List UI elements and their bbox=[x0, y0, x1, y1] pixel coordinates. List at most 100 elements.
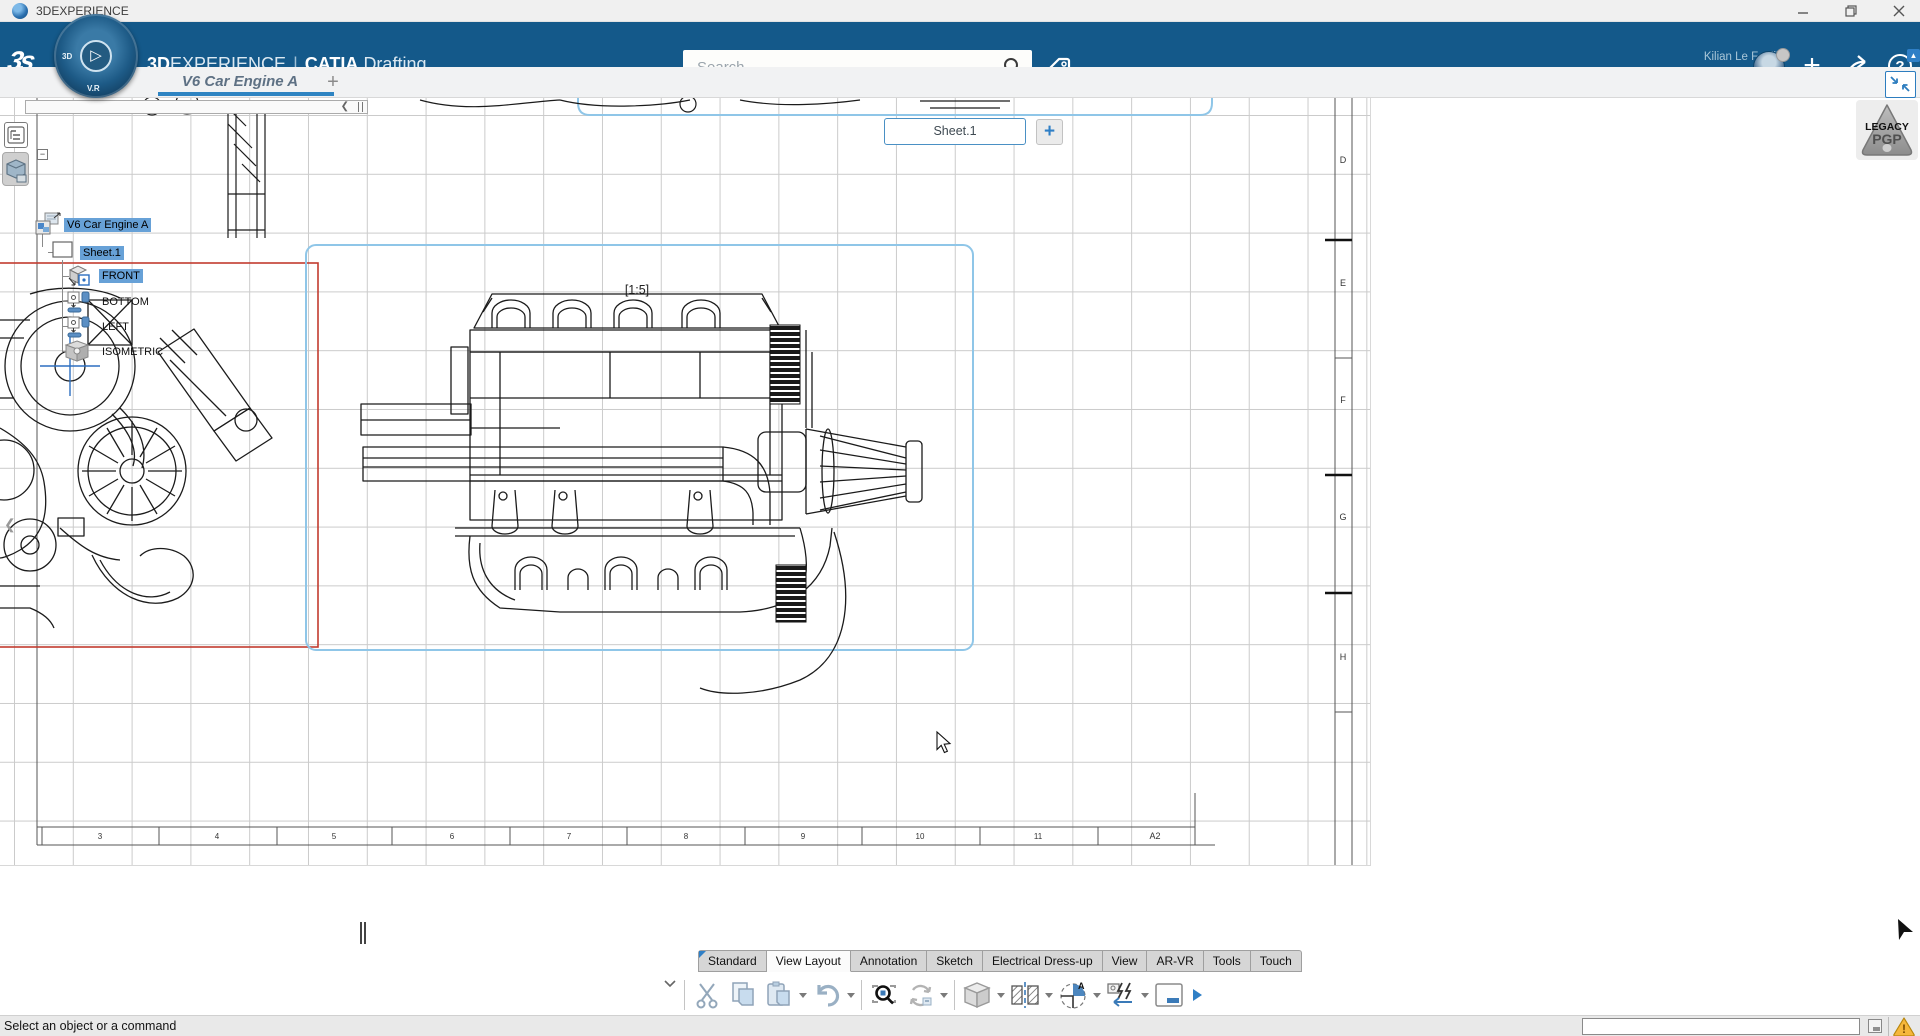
svg-text:6: 6 bbox=[450, 832, 455, 841]
drawing-viewport[interactable]: 3 4 5 6 7 8 9 10 11 A2 D E F G H bbox=[0, 98, 1371, 866]
specification-tree: V6 Car Engine A − Sheet.1 FRONT BOTTOM L… bbox=[0, 98, 370, 368]
zone-numbers: 3 4 5 6 7 8 9 10 11 A2 bbox=[98, 831, 1161, 841]
svg-text:D: D bbox=[1340, 155, 1347, 165]
action-toolbar: A bbox=[660, 976, 1207, 1014]
undo-button[interactable] bbox=[809, 977, 845, 1013]
tree-item-isometric[interactable]: ISOMETRIC bbox=[99, 345, 166, 359]
tree-item-sheet[interactable]: Sheet.1 bbox=[80, 246, 124, 260]
help-alert-badge: ▲ bbox=[1907, 49, 1920, 62]
tab-electrical-dress-up[interactable]: Electrical Dress-up bbox=[983, 950, 1103, 972]
catia-drafting-window: 3DEXPERIENCE 3s 3DEXPERIENCE|CATIA Draft… bbox=[0, 0, 1920, 1036]
paste-dropdown[interactable] bbox=[797, 977, 809, 1013]
timing-gear-upper[interactable] bbox=[770, 325, 800, 404]
section-view-dropdown[interactable] bbox=[1043, 977, 1055, 1013]
sheet-trim-marks bbox=[1325, 240, 1352, 593]
mouse-cursor bbox=[937, 732, 950, 753]
stylus-cursor-icon bbox=[1896, 919, 1916, 946]
zone-letters: D E F G H bbox=[1339, 155, 1346, 662]
expander-minus[interactable]: − bbox=[37, 149, 48, 160]
update-button[interactable] bbox=[902, 977, 938, 1013]
view-scale-label[interactable]: [1:5] bbox=[625, 283, 649, 297]
ribbon-tab-bar: Standard View Layout Annotation Sketch E… bbox=[698, 950, 1302, 972]
svg-text:5: 5 bbox=[332, 832, 337, 841]
sheet-background-button[interactable] bbox=[1151, 977, 1187, 1013]
tab-view[interactable]: View bbox=[1103, 950, 1148, 972]
compass-3d-label[interactable]: 3D bbox=[62, 52, 72, 61]
timing-gear-lower[interactable] bbox=[776, 565, 806, 622]
front-view-geometry[interactable] bbox=[361, 294, 922, 693]
expand-toolbar-chevron[interactable] bbox=[660, 976, 680, 992]
fit-all-in-button[interactable] bbox=[866, 977, 902, 1013]
svg-text:F: F bbox=[1340, 395, 1346, 405]
svg-text:H: H bbox=[1340, 652, 1347, 662]
svg-text:11: 11 bbox=[1034, 832, 1043, 841]
status-bar: Select an object or a command ! bbox=[0, 1015, 1920, 1036]
svg-text:4: 4 bbox=[215, 832, 220, 841]
tab-sketch[interactable]: Sketch bbox=[927, 950, 983, 972]
user-name: Kilian Le Fouille bbox=[1560, 51, 1785, 63]
tab-ar-vr[interactable]: AR-VR bbox=[1147, 950, 1203, 972]
svg-text:G: G bbox=[1339, 512, 1346, 522]
sheet-tab[interactable]: Sheet.1 bbox=[884, 118, 1026, 145]
tree-item-bottom[interactable]: BOTTOM bbox=[99, 295, 152, 309]
svg-text:7: 7 bbox=[567, 832, 572, 841]
command-input[interactable] bbox=[1582, 1018, 1860, 1035]
dock-caret-mark bbox=[364, 922, 366, 944]
new-tab-button[interactable]: + bbox=[320, 69, 346, 95]
minimize-button[interactable] bbox=[1786, 0, 1820, 22]
restore-panel-icon[interactable] bbox=[1868, 1019, 1882, 1033]
legacy-pgp-badge: LEGACY PGP bbox=[1856, 100, 1918, 160]
tab-tools[interactable]: Tools bbox=[1204, 950, 1251, 972]
paste-button[interactable] bbox=[761, 977, 797, 1013]
avatar-status-badge bbox=[1776, 48, 1790, 62]
tab-annotation[interactable]: Annotation bbox=[851, 950, 927, 972]
angle-annotation-dropdown[interactable] bbox=[1091, 977, 1103, 1013]
top-bar: 3s 3DEXPERIENCE|CATIA Drafting Kilian Le… bbox=[0, 22, 1920, 67]
3dexperience-compass[interactable]: ▷ 3D V.R bbox=[54, 14, 138, 98]
format-label: A2 bbox=[1149, 831, 1160, 841]
svg-text:10: 10 bbox=[916, 832, 925, 841]
compass-play-icon[interactable]: ▷ bbox=[80, 40, 112, 72]
cut-button[interactable] bbox=[689, 977, 725, 1013]
tree-item-root[interactable]: V6 Car Engine A bbox=[64, 218, 151, 232]
compass-vr-label[interactable]: V.R bbox=[87, 84, 100, 93]
active-tab-underline bbox=[158, 92, 334, 96]
section-view-button[interactable] bbox=[1007, 977, 1043, 1013]
dock-caret-mark bbox=[360, 922, 362, 944]
update-dropdown[interactable] bbox=[938, 977, 950, 1013]
window-titlebar: 3DEXPERIENCE bbox=[0, 0, 1920, 22]
view-creation-button[interactable] bbox=[959, 977, 995, 1013]
undo-dropdown[interactable] bbox=[845, 977, 857, 1013]
tab-view-layout[interactable]: View Layout bbox=[767, 950, 851, 972]
add-sheet-button[interactable]: + bbox=[1036, 119, 1063, 145]
angle-annotation-button[interactable]: A bbox=[1055, 977, 1091, 1013]
svg-text:A: A bbox=[1078, 981, 1085, 991]
tree-item-left[interactable]: LEFT bbox=[99, 320, 132, 334]
generative-update-button[interactable] bbox=[1103, 977, 1139, 1013]
view-creation-dropdown[interactable] bbox=[995, 977, 1007, 1013]
tree-item-front[interactable]: FRONT bbox=[99, 269, 143, 283]
close-button[interactable] bbox=[1882, 0, 1916, 22]
front-view-icon[interactable] bbox=[66, 264, 92, 293]
generative-update-dropdown[interactable] bbox=[1139, 977, 1151, 1013]
tab-touch[interactable]: Touch bbox=[1251, 950, 1302, 972]
svg-text:E: E bbox=[1340, 278, 1346, 288]
document-tab-bar: V6 Car Engine A + bbox=[0, 67, 1920, 98]
app-icon bbox=[12, 3, 28, 19]
sheet-icon[interactable] bbox=[52, 241, 74, 264]
svg-text:!: ! bbox=[1902, 1022, 1906, 1036]
restore-button[interactable] bbox=[1834, 0, 1868, 22]
tab-standard[interactable]: Standard bbox=[698, 950, 767, 972]
svg-text:PGP: PGP bbox=[1872, 131, 1902, 147]
more-tools-arrow[interactable] bbox=[1187, 977, 1207, 1013]
svg-text:3: 3 bbox=[98, 832, 103, 841]
drawing-root-icon[interactable] bbox=[34, 212, 62, 241]
collapse-panel-icon[interactable]: ❮ bbox=[4, 516, 16, 533]
exit-fullframe-button[interactable] bbox=[1885, 71, 1916, 98]
status-message: Select an object or a command bbox=[4, 1019, 176, 1033]
warning-icon[interactable]: ! bbox=[1892, 1016, 1916, 1036]
svg-text:8: 8 bbox=[684, 832, 689, 841]
clipped-view-frame-top[interactable] bbox=[578, 98, 1212, 115]
copy-button[interactable] bbox=[725, 977, 761, 1013]
isometric-view-icon[interactable] bbox=[64, 339, 92, 368]
